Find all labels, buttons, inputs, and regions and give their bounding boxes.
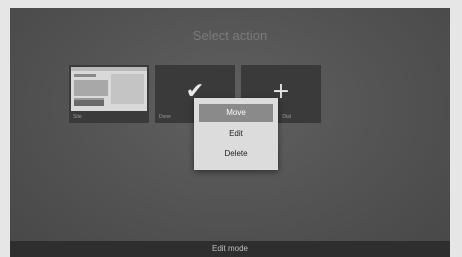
- page-title: Select action: [192, 28, 268, 43]
- tile-site[interactable]: Site: [69, 65, 149, 123]
- webpage-thumbnail-icon: [71, 67, 147, 111]
- tile-label: Site: [73, 114, 82, 120]
- menu-item-move[interactable]: Move: [199, 104, 273, 122]
- tv-screen: Select action Site ✔ Done + Dial Move Ed…: [10, 8, 450, 257]
- tile-label: Done: [159, 114, 171, 120]
- menu-item-edit[interactable]: Edit: [199, 125, 273, 143]
- status-bar: Edit mode: [10, 241, 450, 257]
- tile-label: Dial: [282, 114, 291, 120]
- context-menu: Move Edit Delete: [194, 98, 278, 170]
- menu-item-delete[interactable]: Delete: [199, 145, 273, 163]
